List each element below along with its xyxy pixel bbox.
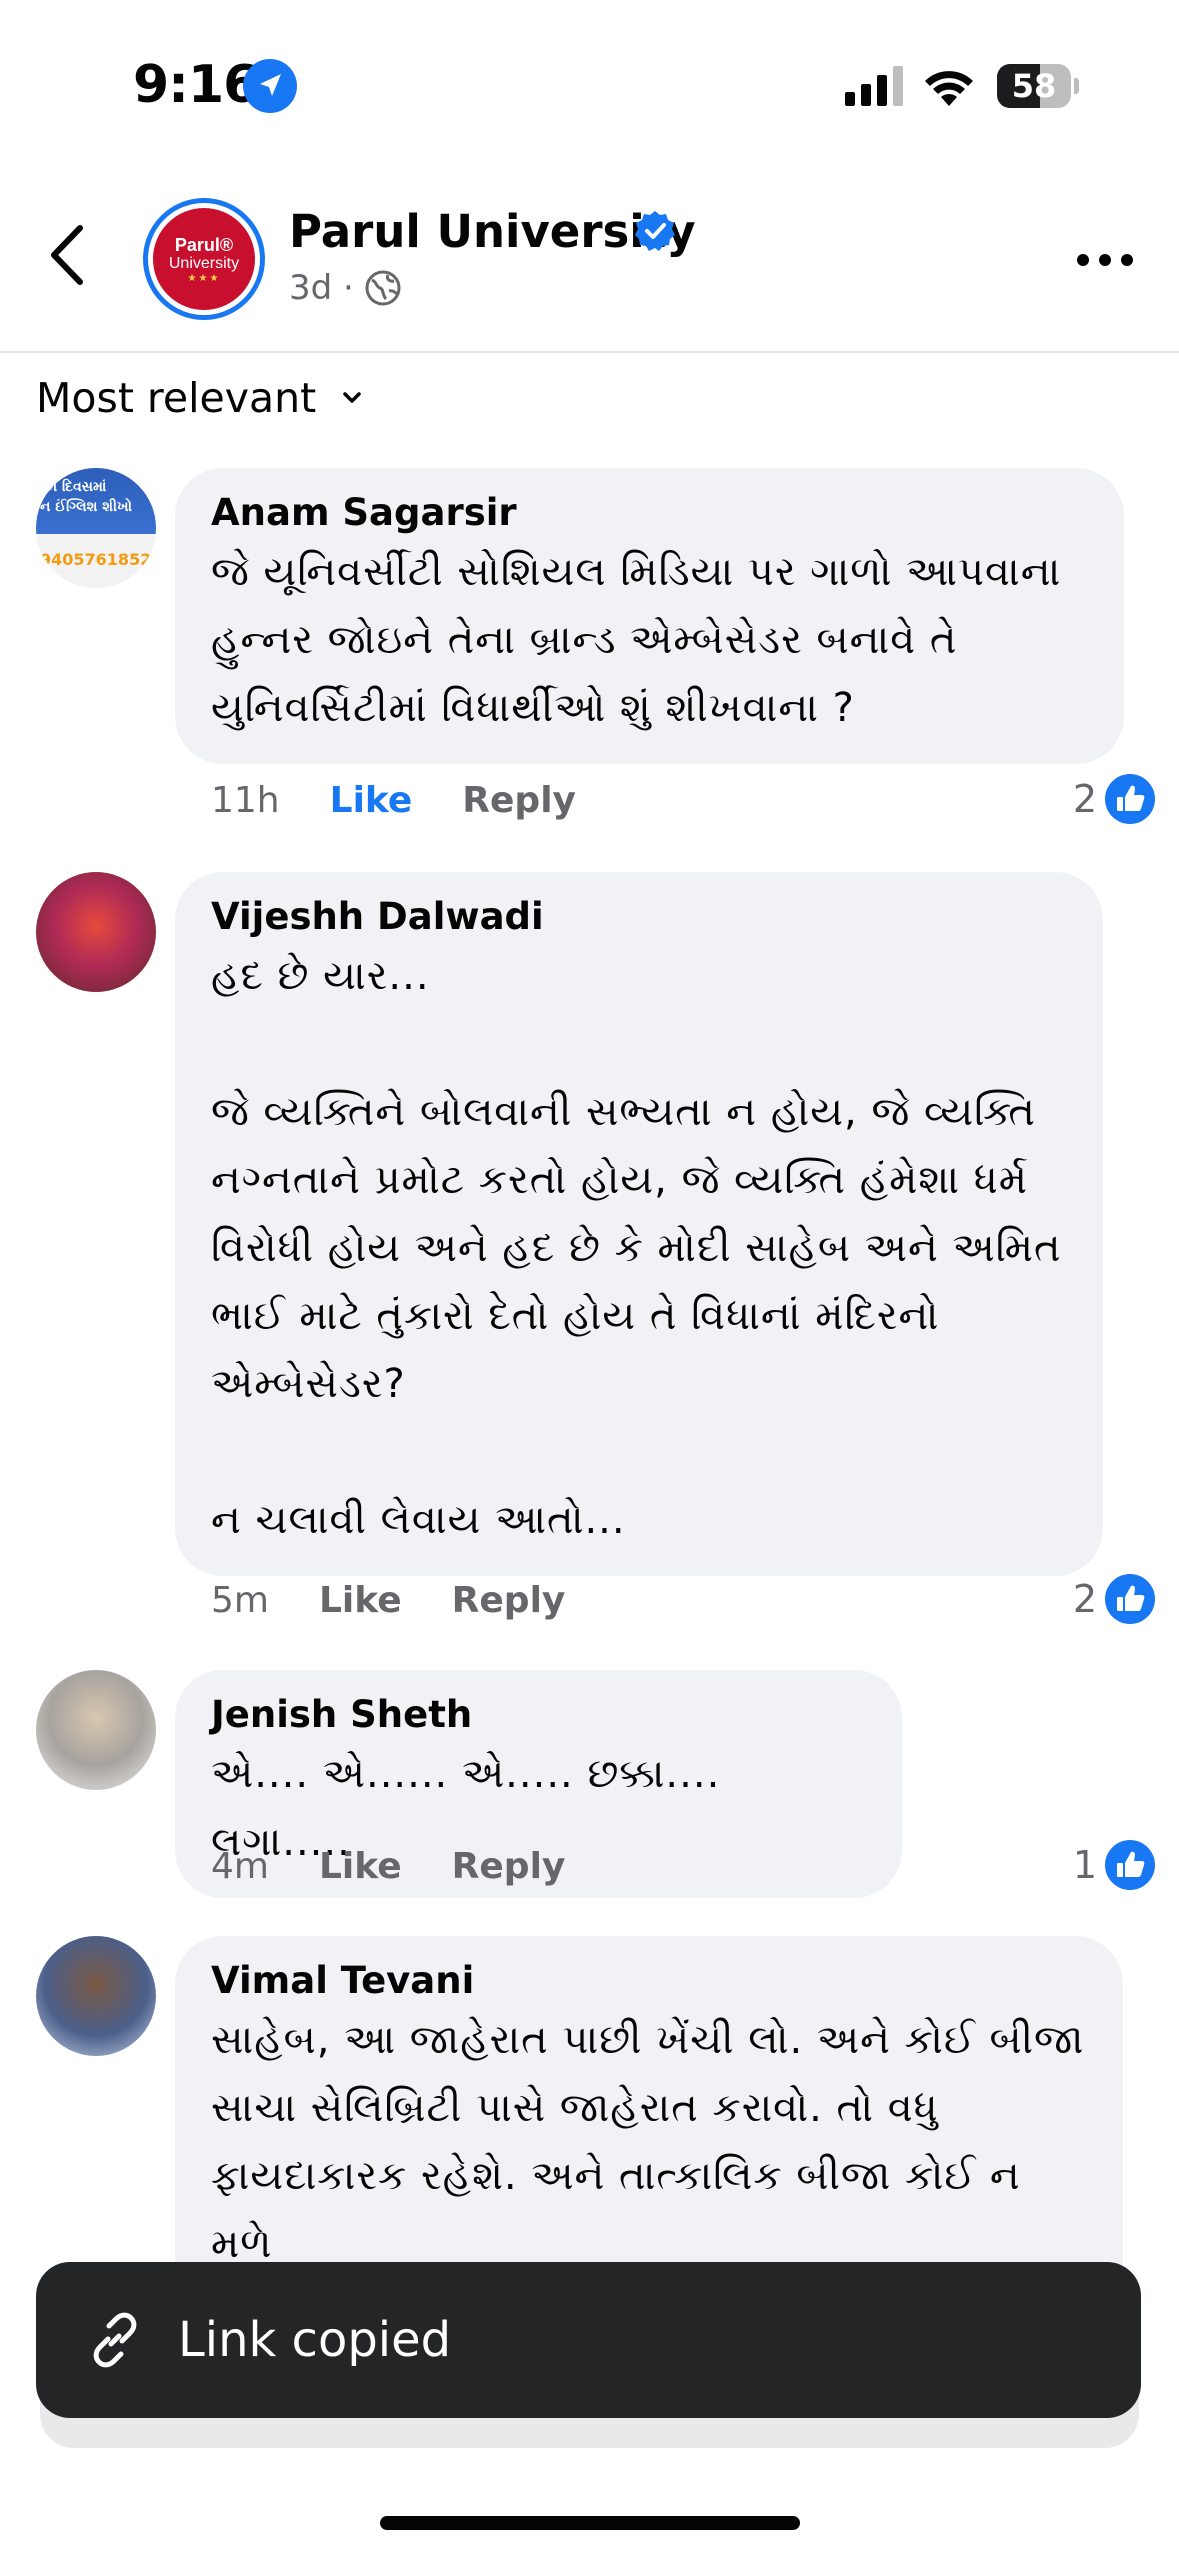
post-age: 3d bbox=[289, 268, 333, 308]
reaction-count: 2 bbox=[1072, 1577, 1097, 1621]
wifi-icon bbox=[925, 71, 973, 106]
comment-time: 5m bbox=[211, 1580, 269, 1621]
like-button[interactable]: Like bbox=[330, 780, 413, 821]
back-arrow-icon[interactable] bbox=[40, 220, 100, 290]
comment-bubble: Vijeshh Dalwadi હદ છે યાર... જે વ્યક્તિન… bbox=[175, 872, 1103, 1576]
chevron-down-icon bbox=[343, 392, 361, 403]
comment-text: હદ છે યાર... જે વ્યક્તિને બોલવાની સભ્યતા… bbox=[211, 953, 1062, 1543]
comment-author[interactable]: Jenish Sheth bbox=[211, 1692, 866, 1738]
avatar-logo-subtext: University bbox=[168, 254, 240, 272]
comment-actions: 5m Like Reply bbox=[211, 1580, 615, 1621]
reaction-count: 1 bbox=[1072, 1843, 1097, 1887]
reply-button[interactable]: Reply bbox=[462, 780, 576, 821]
avatar-stars: ★★★ bbox=[187, 272, 221, 284]
status-bar: 9:16 58 bbox=[0, 0, 1179, 160]
reply-button[interactable]: Reply bbox=[452, 1580, 566, 1621]
location-arrow-icon bbox=[243, 59, 297, 113]
reaction-summary[interactable]: 2 bbox=[1073, 1574, 1155, 1624]
thumbs-up-icon bbox=[1105, 1840, 1155, 1890]
comment-author[interactable]: Anam Sagarsir bbox=[211, 490, 1088, 536]
comment-actions: 4m Like Reply bbox=[211, 1846, 615, 1887]
commenter-avatar[interactable] bbox=[36, 872, 156, 992]
sort-label: Most relevant bbox=[36, 374, 317, 422]
toast-message: Link copied bbox=[178, 2312, 452, 2368]
comment-text: જે યૂનિવર્સીટી સોશિયલ મિડિયા પર ગાળો આપવ… bbox=[211, 549, 1062, 731]
post-meta: 3d · bbox=[289, 268, 402, 308]
globe-icon bbox=[365, 270, 401, 306]
commenter-avatar[interactable] bbox=[36, 1670, 156, 1790]
battery-level: 58 bbox=[1011, 67, 1057, 105]
thumbs-up-icon bbox=[1105, 1574, 1155, 1624]
avatar-logo-text: Parul® bbox=[174, 234, 234, 255]
battery-indicator: 58 bbox=[997, 64, 1079, 108]
avatar-banner-line-1: ી દિવસમાં bbox=[42, 479, 107, 495]
avatar-banner-line-2: ન ઈંગ્લિશ શીખો bbox=[40, 499, 133, 515]
avatar-banner-phone: 9405761852 bbox=[40, 550, 152, 569]
reaction-summary[interactable]: 1 bbox=[1073, 1840, 1155, 1890]
comment-actions: 11h Like Reply bbox=[211, 780, 626, 821]
reaction-count: 2 bbox=[1072, 777, 1097, 821]
reply-button[interactable]: Reply bbox=[452, 1846, 566, 1887]
comment-author[interactable]: Vijeshh Dalwadi bbox=[211, 894, 1067, 940]
meta-separator: · bbox=[332, 268, 354, 308]
comment-bubble: Anam Sagarsir જે યૂનિવર્સીટી સોશિયલ મિડિ… bbox=[175, 468, 1124, 764]
bottom-safe-area bbox=[0, 2455, 1179, 2556]
reaction-summary[interactable]: 2 bbox=[1073, 774, 1155, 824]
commenter-avatar[interactable]: ી દિવસમાં ન ઈંગ્લિશ શીખો 9405761852 bbox=[36, 468, 156, 588]
comment-author[interactable]: Vimal Tevani bbox=[211, 1958, 1087, 2004]
link-copied-toast: Link copied bbox=[36, 2262, 1141, 2418]
comment-time: 4m bbox=[211, 1846, 269, 1887]
post-header: Parul® University ★★★ Parul University 3… bbox=[0, 160, 1179, 353]
page-avatar[interactable]: Parul® University ★★★ bbox=[143, 198, 265, 320]
like-button[interactable]: Like bbox=[319, 1580, 402, 1621]
commenter-avatar[interactable] bbox=[36, 1936, 156, 2056]
comment-sort-dropdown[interactable]: Most relevant bbox=[36, 374, 364, 422]
link-icon bbox=[93, 2312, 137, 2368]
home-indicator[interactable] bbox=[380, 2516, 800, 2530]
thumbs-up-icon bbox=[1105, 774, 1155, 824]
cellular-signal-icon bbox=[845, 66, 903, 106]
more-options-icon[interactable] bbox=[1075, 250, 1135, 270]
like-button[interactable]: Like bbox=[319, 1846, 402, 1887]
verified-badge-icon bbox=[635, 211, 675, 251]
comment-time: 11h bbox=[211, 780, 280, 821]
status-time: 9:16 bbox=[133, 55, 259, 115]
